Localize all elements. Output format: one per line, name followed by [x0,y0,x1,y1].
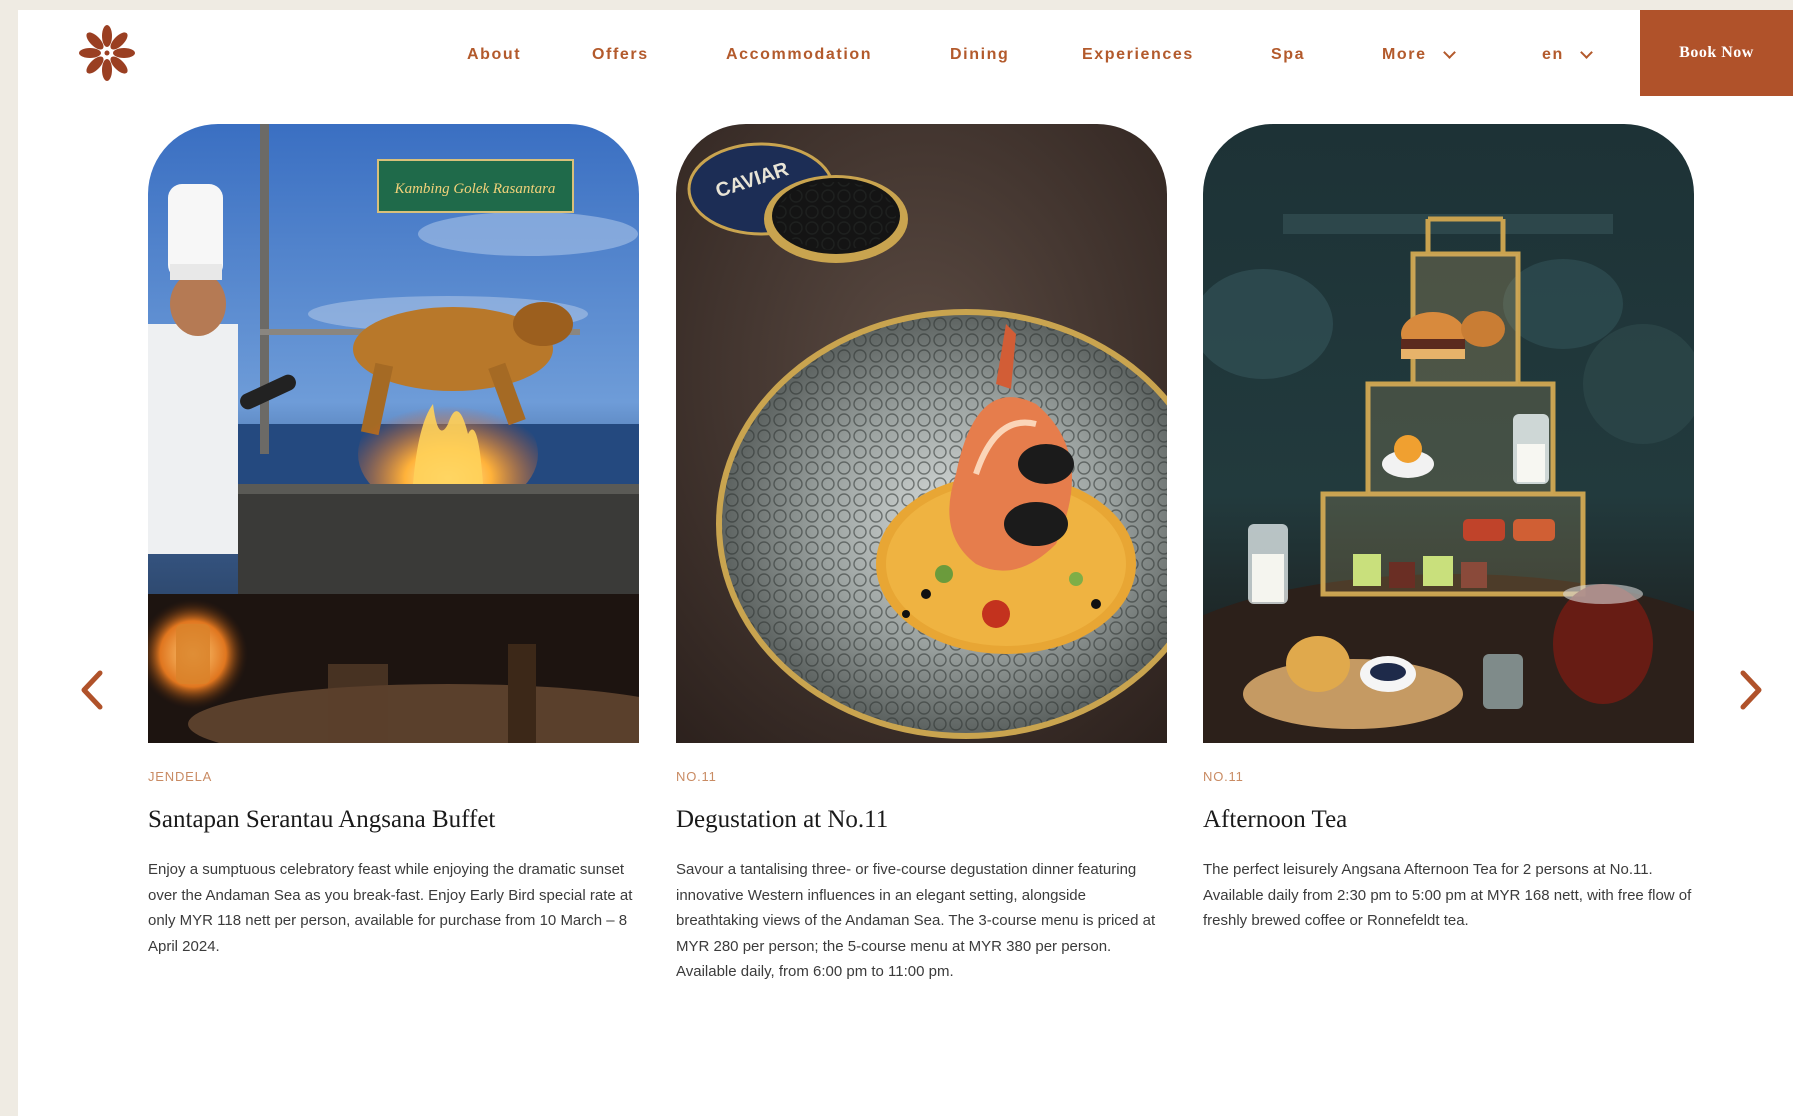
card-description: The perfect leisurely Angsana Afternoon … [1203,861,1692,929]
chevron-right-icon [1740,670,1762,710]
nav-spa[interactable]: Spa [1271,43,1305,67]
sign-text: Kambing Golek Rasantara [394,181,556,197]
nav-label: Spa [1271,46,1306,63]
card-description: Savour a tantalising three- or five-cour… [676,861,1156,980]
flower-logo-icon[interactable] [76,22,138,84]
card-title[interactable]: Degustation at No.11 [676,805,1167,835]
nav-label: Dining [950,46,1010,63]
nav-label: Experiences [1082,46,1194,63]
card-description: Enjoy a sumptuous celebratory feast whil… [148,861,633,955]
chevron-down-icon [1580,45,1593,59]
card-venue-label: JENDELA [148,769,213,784]
offer-image-degustation[interactable]: CAVIAR [676,124,1167,743]
language-selector[interactable]: en [1542,43,1593,67]
nav-label: More [1382,46,1427,63]
carousel-prev-button[interactable] [72,665,112,715]
offer-card-degustation: CAVIAR NO.11 Degustation at No.11 Savour… [676,124,1167,985]
nav-about[interactable]: About [467,43,521,67]
nav-offers[interactable]: Offers [592,43,649,67]
nav-label: Offers [592,46,649,63]
nav-accommodation[interactable]: Accommodation [726,43,872,67]
offer-card-afternoon-tea: NO.11 Afternoon Tea The perfect leisurel… [1203,124,1694,934]
offer-card-buffet: Kambing Golek Rasantara JENDELA Santapan… [148,124,639,959]
chevron-left-icon [81,670,103,710]
chevron-down-icon [1442,45,1456,59]
card-title[interactable]: Santapan Serantau Angsana Buffet [148,805,639,835]
nav-more-dropdown[interactable]: More [1382,43,1456,67]
book-now-button[interactable]: Book Now [1640,10,1793,96]
card-venue-label: NO.11 [676,769,717,784]
language-label: en [1542,46,1564,63]
nav-label: About [467,46,522,63]
card-title[interactable]: Afternoon Tea [1203,805,1694,835]
nav-label: Accommodation [726,46,873,63]
offer-image-afternoon-tea[interactable] [1203,124,1694,743]
card-venue-label: NO.11 [1203,769,1244,784]
carousel-next-button[interactable] [1731,665,1771,715]
page: About Offers Accommodation Dining Experi… [18,10,1793,1116]
site-header: About Offers Accommodation Dining Experi… [18,10,1793,96]
offer-image-buffet[interactable]: Kambing Golek Rasantara [148,124,639,743]
nav-experiences[interactable]: Experiences [1082,43,1194,67]
nav-dining[interactable]: Dining [950,43,1009,67]
